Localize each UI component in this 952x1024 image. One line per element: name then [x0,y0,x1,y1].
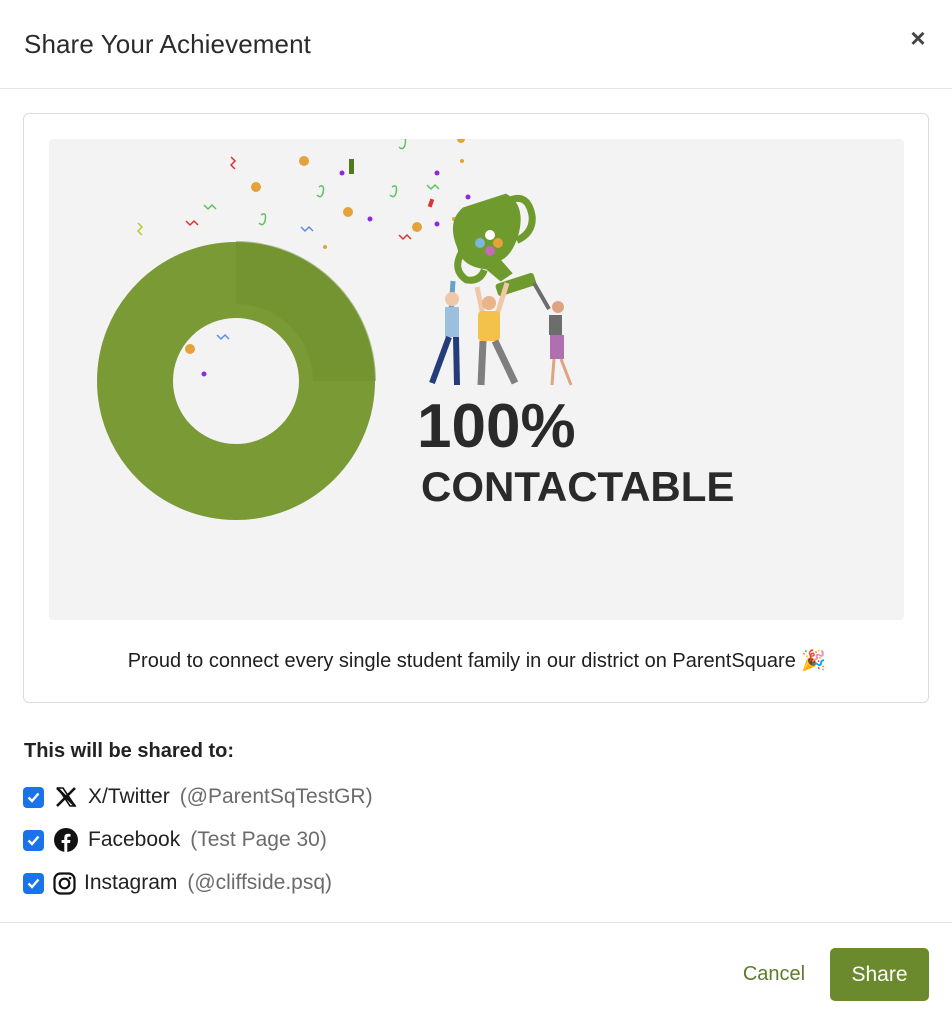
share-target-twitter: X/Twitter (@ParentSqTestGR) [23,784,373,810]
share-target-facebook: Facebook (Test Page 30) [23,827,327,853]
checkmark-icon [27,792,40,803]
facebook-checkbox[interactable] [23,829,44,851]
x-logo-icon [54,785,78,809]
achievement-image: 100% CONTACTABLE [49,139,904,620]
checkmark-icon [27,835,40,846]
facebook-handle: (Test Page 30) [190,828,327,851]
twitter-handle: (@ParentSqTestGR) [179,785,373,808]
instagram-checkbox[interactable] [23,872,44,894]
instagram-handle: (@cliffside.psq) [187,871,333,894]
share-button[interactable]: Share [830,948,929,1001]
twitter-checkbox[interactable] [23,786,44,808]
close-icon: × [910,23,926,53]
achievement-graphic: 100% CONTACTABLE [97,139,734,520]
facebook-label: Facebook [88,828,181,851]
instagram-icon [52,871,76,895]
footer-divider [0,922,952,923]
trophy-icon [452,193,537,297]
achievement-subtitle: CONTACTABLE [421,463,734,510]
achievement-caption: Proud to connect every single student fa… [127,650,827,672]
achievement-percent: 100% [417,392,576,461]
people-illustration [429,280,573,386]
instagram-label: Instagram [84,871,178,894]
close-button[interactable]: × [906,23,930,53]
twitter-label: X/Twitter [88,785,170,808]
donut-ring [97,241,376,520]
share-target-instagram: Instagram (@cliffside.psq) [23,870,332,896]
facebook-icon [54,828,78,852]
checkmark-icon [27,878,40,889]
cancel-button[interactable]: Cancel [728,955,820,993]
share-targets-heading: This will be shared to: [24,740,235,762]
achievement-preview-card: 100% CONTACTABLE Proud to connect every … [23,113,929,703]
modal-title: Share Your Achievement [24,29,311,59]
modal-header: Share Your Achievement × [0,0,952,89]
